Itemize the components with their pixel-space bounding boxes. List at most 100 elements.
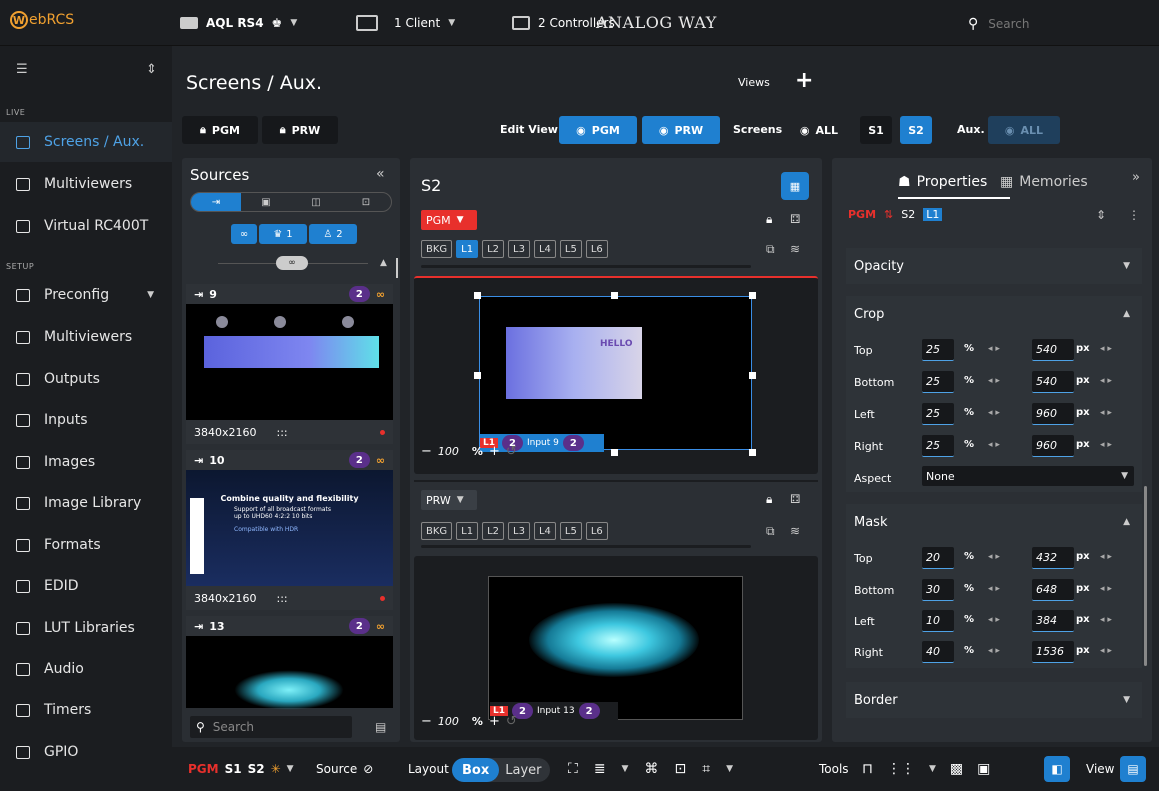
crop-section-header[interactable]: Crop ▲	[846, 296, 1142, 332]
layer-l1-button[interactable]: L1	[456, 240, 479, 258]
screen-s1-button[interactable]: S1	[860, 116, 892, 144]
settings-panel-icon[interactable]: ⚃	[790, 212, 800, 226]
sidebar-item-edid[interactable]: EDID	[0, 566, 172, 606]
crop-left-px-input[interactable]: 960	[1032, 403, 1074, 425]
crop-top-px-input[interactable]: 540	[1032, 339, 1074, 361]
mask-left-px-input[interactable]: 384	[1032, 610, 1074, 632]
sidebar-item-images[interactable]: Images	[0, 442, 172, 482]
pct-stepper[interactable]: ◂ ▸	[988, 646, 1000, 656]
px-stepper[interactable]: ◂ ▸	[1100, 376, 1112, 386]
px-stepper[interactable]: ◂ ▸	[1100, 344, 1112, 354]
sidebar-item-multiviewers[interactable]: Multiviewers	[0, 164, 172, 204]
prw-scrollbar[interactable]	[421, 545, 751, 548]
sources-search-input[interactable]: ⚲ Search	[190, 716, 352, 738]
sidebar-item-inputs[interactable]: Inputs	[0, 400, 172, 440]
fit-icon[interactable]: ⊡	[674, 761, 686, 777]
resize-handle[interactable]	[611, 292, 618, 299]
edit-prw-button[interactable]: ◉ PRW	[642, 116, 720, 144]
properties-scrollbar[interactable]	[1144, 486, 1147, 666]
layer-l4-button[interactable]: L4	[533, 240, 556, 258]
pgm-selector[interactable]: PGM ▼	[421, 210, 477, 230]
zoom-in-button[interactable]: +	[489, 714, 500, 729]
pgm-scrollbar[interactable]	[421, 265, 751, 268]
layout-grid-icon[interactable]: ▦	[781, 172, 809, 200]
resize-handle[interactable]	[611, 449, 618, 456]
mask-top-px-input[interactable]: 432	[1032, 547, 1074, 569]
crop-bottom-pct-input[interactable]: 25	[922, 371, 954, 393]
layer-l4-button[interactable]: L4	[533, 522, 556, 540]
client-selector[interactable]: 1 Client ▼	[356, 12, 455, 34]
opacity-section-header[interactable]: Opacity ▼	[846, 248, 1142, 284]
pct-stepper[interactable]: ◂ ▸	[988, 408, 1000, 418]
sidebar-item-formats[interactable]: Formats	[0, 525, 172, 565]
px-stepper[interactable]: ◂ ▸	[1100, 408, 1112, 418]
bottom-target[interactable]: PGM S1 S2 ✳ ▼	[188, 747, 294, 791]
fullscreen-icon[interactable]: ⛶	[568, 761, 578, 777]
pct-stepper[interactable]: ◂ ▸	[988, 615, 1000, 625]
layer-l3-button[interactable]: L3	[508, 240, 530, 258]
collapse-properties-icon[interactable]: »	[1132, 170, 1140, 185]
resize-handle[interactable]	[474, 292, 481, 299]
link-icon[interactable]: ∞	[231, 224, 257, 244]
mask-tool-icon[interactable]: ▩	[950, 761, 963, 777]
resize-handle[interactable]	[474, 372, 481, 379]
center-icon[interactable]: ⌘	[644, 761, 658, 777]
layers-icon[interactable]: ≋	[790, 242, 800, 256]
layer-l5-button[interactable]: L5	[559, 240, 582, 258]
screen-s2-button[interactable]: S2	[900, 116, 932, 144]
pct-stepper[interactable]: ◂ ▸	[988, 584, 1000, 594]
source-tile-header[interactable]: ⇥ 9 2 ∞	[186, 284, 393, 304]
source-thumbnail[interactable]: Combine quality and flexibility Support …	[186, 470, 393, 586]
aspect-select[interactable]: None ▼	[922, 466, 1134, 486]
device-selector[interactable]: AQL RS4 ♚ ▼	[180, 12, 297, 34]
source-thumbnail[interactable]	[186, 636, 393, 710]
sources-scrollbar[interactable]	[396, 258, 398, 278]
chevron-up-icon[interactable]: ▲	[380, 258, 387, 268]
sidebar-item-multiviewers-setup[interactable]: Multiviewers	[0, 317, 172, 357]
view-button[interactable]: ▤	[1120, 756, 1146, 782]
box-mode-button[interactable]: Box	[452, 758, 500, 782]
prw-canvas[interactable]: L1 2 Input 13 2	[414, 556, 818, 740]
lock-icon[interactable]: 🔒︎	[766, 492, 772, 507]
source-tile-header[interactable]: ⇥ 13 2 ∞	[186, 616, 393, 636]
source-tool[interactable]: Source ⊘	[316, 747, 373, 791]
fill-tool-icon[interactable]: ▣	[977, 761, 990, 777]
zoom-value[interactable]: 100	[438, 715, 466, 728]
layer-mode-button[interactable]: Layer	[499, 763, 541, 778]
settings-panel-icon[interactable]: ⚃	[790, 492, 800, 506]
collapse-sources-icon[interactable]: «	[376, 166, 385, 182]
sidebar-item-outputs[interactable]: Outputs	[0, 359, 172, 399]
mask-top-pct-input[interactable]: 20	[922, 547, 954, 569]
px-stepper[interactable]: ◂ ▸	[1100, 615, 1112, 625]
filter-library-tab[interactable]: ◫	[291, 193, 341, 211]
px-stepper[interactable]: ◂ ▸	[1100, 646, 1112, 656]
resize-handle[interactable]	[749, 372, 756, 379]
px-stepper[interactable]: ◂ ▸	[1100, 552, 1112, 562]
layer-l6-button[interactable]: L6	[585, 522, 608, 540]
filter-inputs-tab[interactable]: ⇥	[191, 193, 241, 211]
pct-stepper[interactable]: ◂ ▸	[988, 344, 1000, 354]
resize-handle[interactable]	[749, 292, 756, 299]
layer-bkg-button[interactable]: BKG	[421, 522, 453, 540]
layer-l1-button[interactable]: L1	[456, 522, 479, 540]
crop-left-pct-input[interactable]: 25	[922, 403, 954, 425]
mask-bottom-px-input[interactable]: 648	[1032, 579, 1074, 601]
copy-icon[interactable]: ⧉	[766, 242, 775, 257]
screens-all-button[interactable]: ◉ ALL	[784, 116, 854, 144]
sidebar-item-lut-libraries[interactable]: LUT Libraries	[0, 608, 172, 648]
mask-right-pct-input[interactable]: 40	[922, 641, 954, 663]
more-options-icon[interactable]: ⋮	[1128, 208, 1140, 222]
filter-badge-2[interactable]: ♙ 2	[309, 224, 357, 244]
pct-stepper[interactable]: ◂ ▸	[988, 552, 1000, 562]
mask-left-pct-input[interactable]: 10	[922, 610, 954, 632]
prw-layer-box[interactable]	[488, 576, 743, 720]
crop-right-px-input[interactable]: 960	[1032, 435, 1074, 457]
reset-zoom-icon[interactable]: ↺	[506, 714, 517, 729]
zoom-out-button[interactable]: −	[421, 714, 432, 729]
layer-l2-button[interactable]: L2	[482, 240, 505, 258]
webrcs-logo[interactable]: WebRCS	[10, 11, 74, 29]
swap-icon[interactable]: ⇅	[884, 208, 893, 221]
snap-icon[interactable]: ⊓	[862, 761, 873, 777]
source-thumbnail[interactable]	[186, 304, 393, 420]
prw-lock-button[interactable]: 🔒︎ PRW	[262, 116, 338, 144]
